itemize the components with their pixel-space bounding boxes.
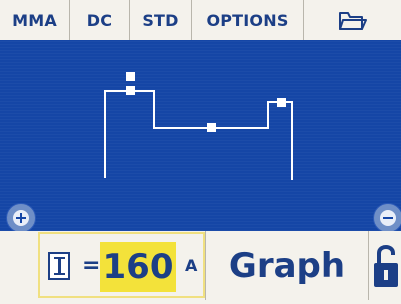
curve-handle-start[interactable] — [126, 86, 135, 95]
waveform-graph-panel — [0, 40, 401, 231]
tab-polarity-dc[interactable]: DC — [70, 0, 130, 40]
bottom-left-spacer — [0, 231, 38, 300]
tab-label: DC — [86, 10, 113, 30]
graph-button[interactable]: Graph — [205, 231, 369, 300]
unlocked-padlock-icon — [374, 245, 398, 287]
current-unit: A — [185, 256, 198, 275]
bottom-bar: = 160 A Graph — [0, 231, 401, 300]
zoom-out-button[interactable] — [373, 203, 401, 231]
tab-mode-std[interactable]: STD — [130, 0, 192, 40]
welding-curve-line — [104, 90, 293, 180]
waveform-graph — [104, 72, 293, 180]
current-i-icon — [48, 252, 70, 280]
curve-handle-current[interactable] — [207, 123, 216, 132]
lock-button[interactable] — [369, 231, 401, 300]
curve-handle-arc-force[interactable] — [277, 98, 286, 107]
tab-label: STD — [142, 10, 179, 30]
zoom-out-icon — [380, 210, 396, 226]
zoom-in-button[interactable] — [6, 203, 36, 231]
top-tab-bar: MMA DC STD OPTIONS — [0, 0, 401, 40]
curve-handle-hot-start[interactable] — [126, 72, 135, 81]
tab-label: OPTIONS — [206, 10, 289, 30]
graph-button-label: Graph — [228, 245, 346, 286]
folder-open-icon — [338, 12, 367, 30]
welding-current-setting[interactable]: = 160 A — [38, 232, 205, 298]
folder-button[interactable] — [304, 0, 401, 40]
zoom-in-icon — [13, 210, 29, 226]
tab-label: MMA — [12, 10, 57, 30]
current-value[interactable]: 160 — [100, 242, 176, 292]
tab-options[interactable]: OPTIONS — [192, 0, 304, 40]
equals-sign: = — [82, 253, 101, 278]
tab-process-mma[interactable]: MMA — [0, 0, 70, 40]
